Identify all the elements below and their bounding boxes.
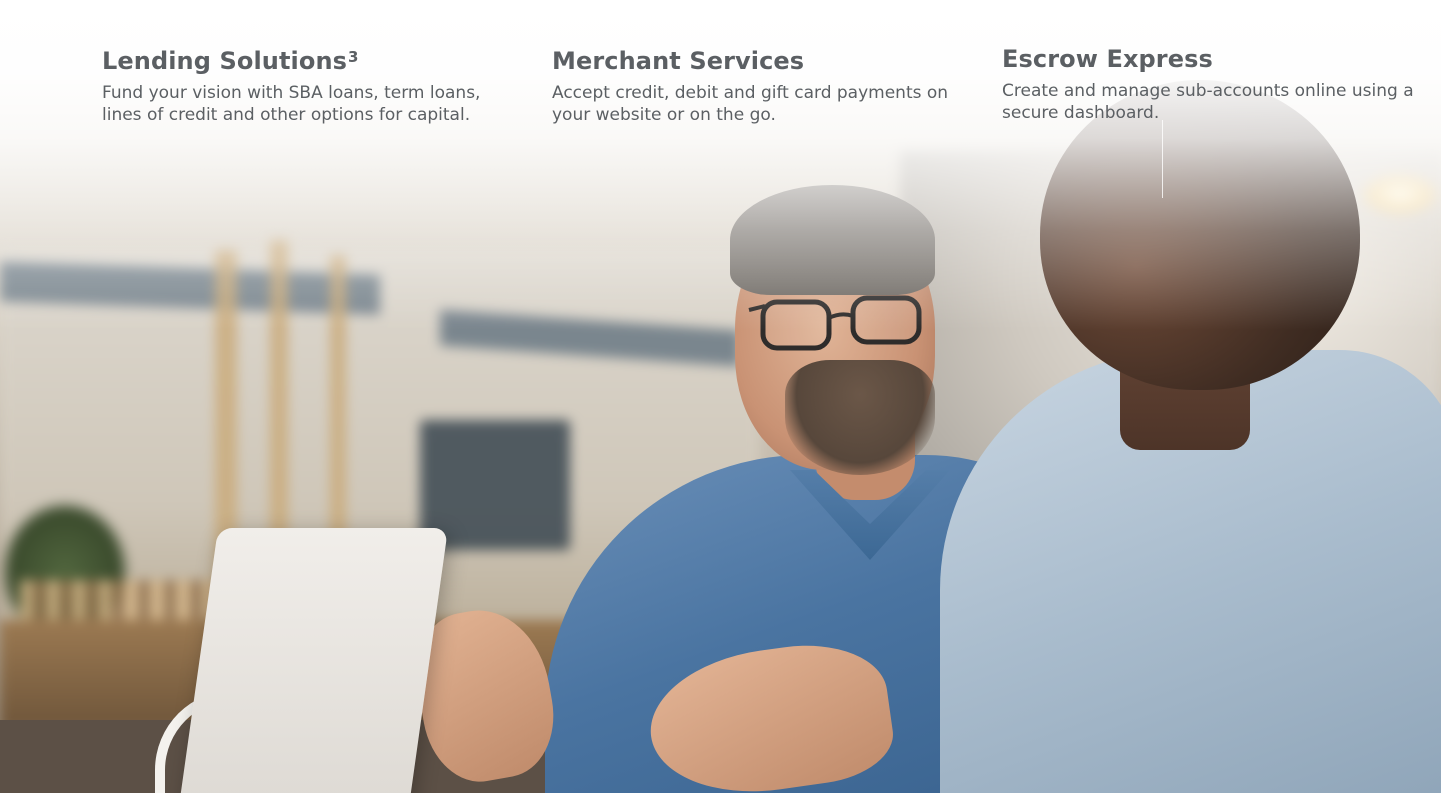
feature-title[interactable]: Lending Solutions3 <box>102 44 522 78</box>
feature-description: Accept credit, debit and gift card payme… <box>552 83 949 125</box>
feature-title-text: Lending Solutions <box>102 47 348 75</box>
footnote-marker[interactable]: 3 <box>348 48 359 66</box>
feature-title[interactable]: Merchant Services <box>552 44 972 78</box>
laptop <box>175 528 449 793</box>
feature-columns: Lending Solutions3 Fund your vision with… <box>0 0 1441 200</box>
divider-line <box>1162 120 1163 198</box>
feature-merchant-services[interactable]: Merchant Services Accept credit, debit a… <box>552 44 972 126</box>
feature-escrow-express[interactable]: Escrow Express Create and manage sub-acc… <box>1002 42 1422 124</box>
man-beard <box>785 360 935 475</box>
feature-lending-solutions[interactable]: Lending Solutions3 Fund your vision with… <box>102 44 522 126</box>
feature-description: Create and manage sub-accounts online us… <box>1002 81 1414 123</box>
feature-description: Fund your vision with SBA loans, term lo… <box>102 83 481 125</box>
feature-title[interactable]: Escrow Express <box>1002 42 1422 76</box>
